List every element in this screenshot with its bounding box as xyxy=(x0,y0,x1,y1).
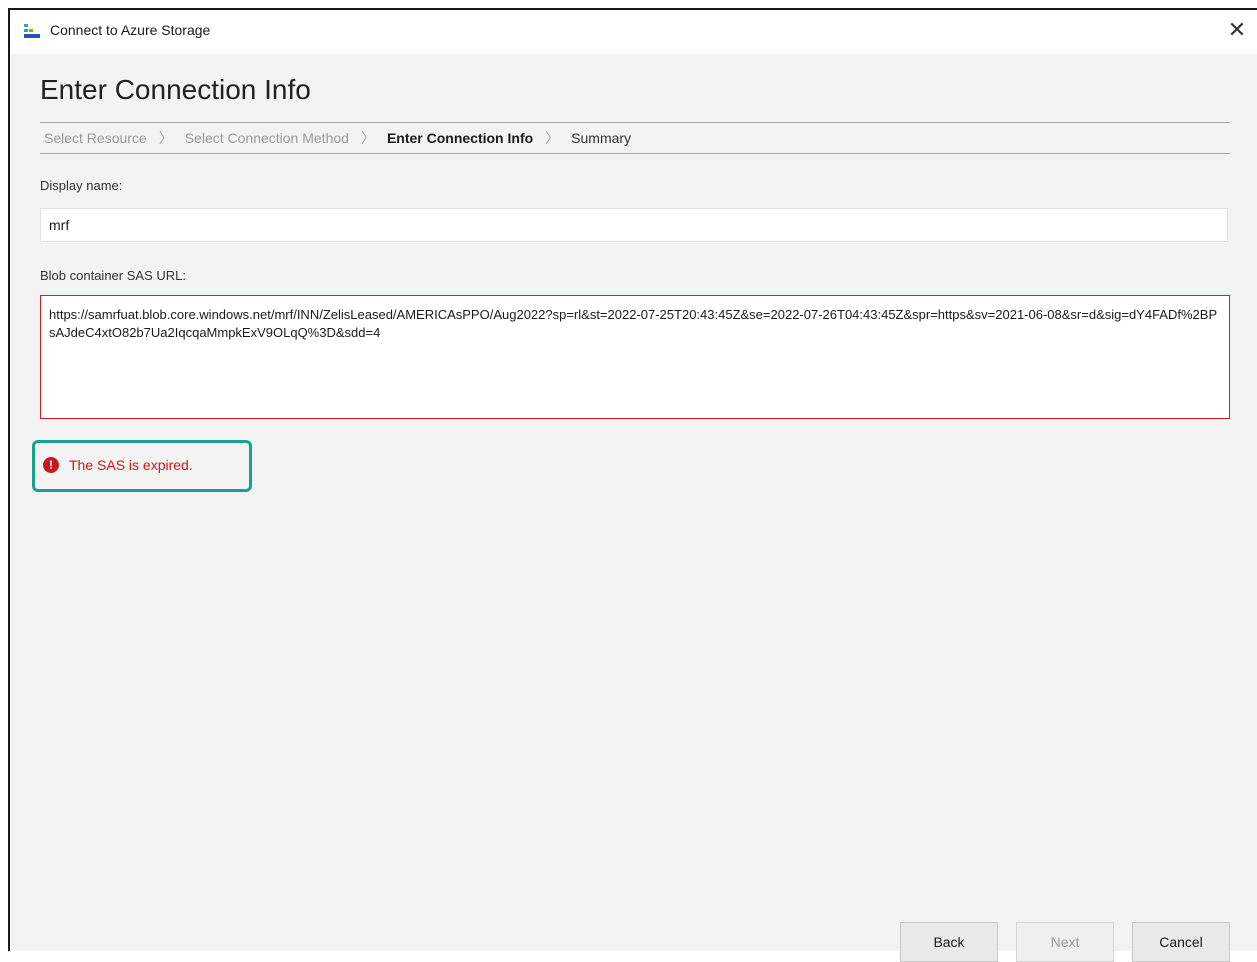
error-message: ! The SAS is expired. xyxy=(32,440,252,492)
display-name-input[interactable]: mrf xyxy=(40,208,1228,242)
error-exclamation-icon: ! xyxy=(43,457,59,473)
breadcrumb-item-summary[interactable]: Summary xyxy=(567,130,635,146)
chevron-right-icon: 〉 xyxy=(545,130,560,146)
dialog-window: Connect to Azure Storage ✕ Enter Connect… xyxy=(8,8,1257,962)
page-title: Enter Connection Info xyxy=(40,74,311,105)
breadcrumb-item-select-resource[interactable]: Select Resource xyxy=(40,130,151,146)
breadcrumb-item-enter-connection-info[interactable]: Enter Connection Info xyxy=(383,130,537,146)
sas-url-textarea[interactable]: https://samrfuat.blob.core.windows.net/m… xyxy=(40,295,1230,419)
error-text: The SAS is expired. xyxy=(69,457,193,473)
azure-storage-icon xyxy=(24,24,40,38)
close-icon[interactable]: ✕ xyxy=(1217,10,1257,50)
breadcrumb-item-select-connection-method[interactable]: Select Connection Method xyxy=(181,130,353,146)
cancel-button[interactable]: Cancel xyxy=(1132,922,1230,962)
back-button[interactable]: Back xyxy=(900,922,998,962)
breadcrumb: Select Resource 〉 Select Connection Meth… xyxy=(40,122,1230,154)
title-bar: Connect to Azure Storage ✕ xyxy=(10,10,1257,54)
chevron-right-icon: 〉 xyxy=(360,130,375,146)
sas-url-label: Blob container SAS URL: xyxy=(40,268,186,283)
chevron-right-icon: 〉 xyxy=(158,130,173,146)
next-button[interactable]: Next xyxy=(1016,922,1114,962)
display-name-label: Display name: xyxy=(40,178,123,193)
window-title: Connect to Azure Storage xyxy=(50,22,211,38)
